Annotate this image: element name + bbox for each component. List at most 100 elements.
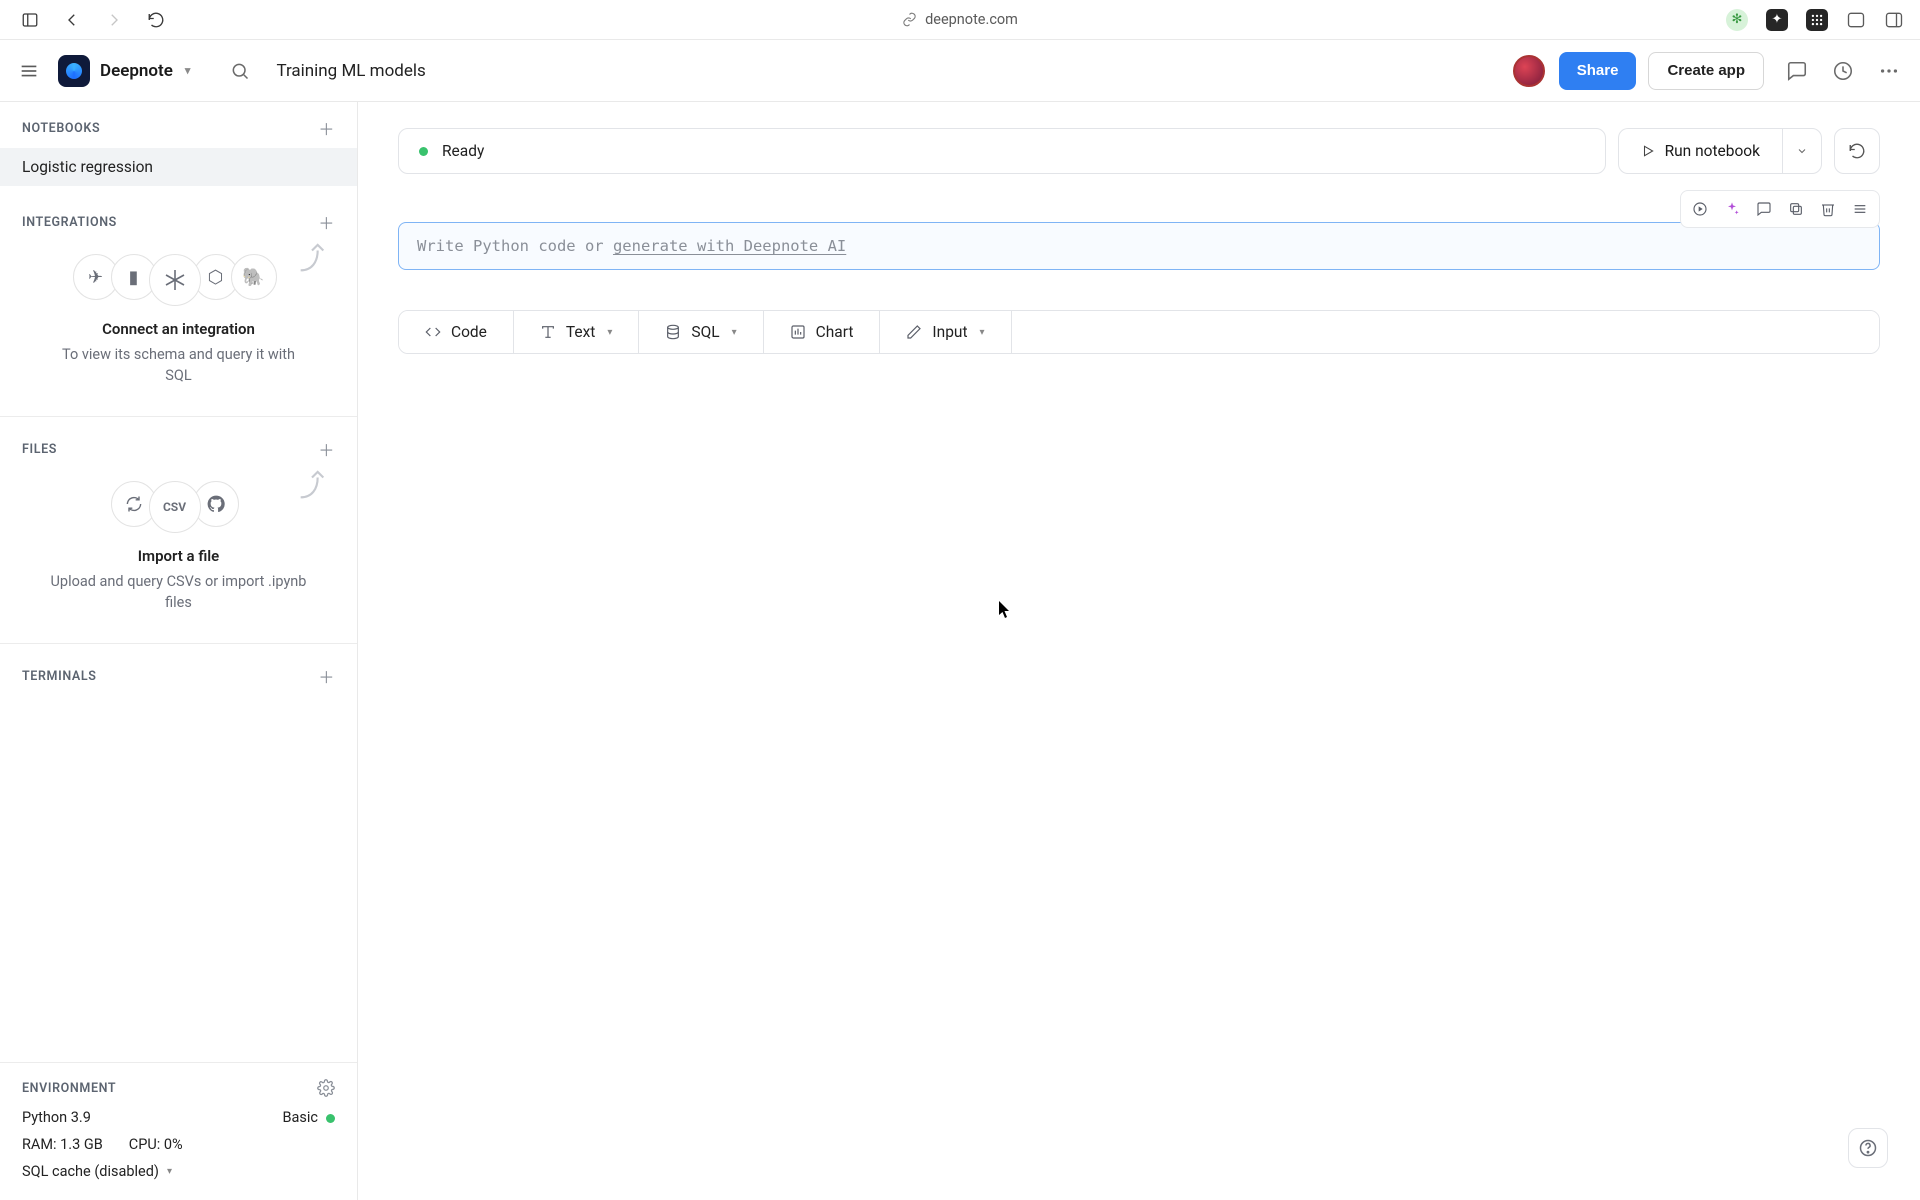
panel-right-icon[interactable] [1884,10,1904,30]
more-icon[interactable] [1878,60,1902,82]
browser-reload-icon[interactable] [142,6,170,34]
cursor-icon [998,600,1012,620]
deepnote-logo-icon [58,55,90,87]
comment-icon[interactable] [1749,195,1779,223]
cell-toolbar [1680,190,1880,228]
sidebar-integrations: INTEGRATIONS ＋ ✈ ▮ ⬡ 🐘 Connect an integr… [0,196,357,410]
env-sql-cache[interactable]: SQL cache (disabled) ▾ [22,1163,335,1180]
terminals-label: TERMINALS [22,669,97,684]
chevron-down-icon: ▾ [167,1166,172,1177]
database-icon [665,324,681,340]
kernel-status[interactable]: Ready [398,128,1606,174]
env-ram: RAM: 1.3 GB [22,1136,103,1153]
notebook-title[interactable]: Training ML models [276,61,425,81]
add-text-label: Text [566,323,595,341]
env-tier[interactable]: Basic [282,1109,335,1126]
add-terminal-button[interactable]: ＋ [318,664,335,688]
brand-name: Deepnote [100,61,173,81]
workspace: Ready Run notebook [358,102,1920,1200]
add-sql-button[interactable]: SQL ▾ [639,311,763,353]
browser-forward-icon [100,6,128,34]
csv-icon: CSV [149,481,201,533]
comments-icon[interactable] [1786,60,1810,82]
extension-grid-icon[interactable] [1806,9,1828,31]
add-sql-label: SQL [691,323,719,341]
files-label: FILES [22,442,57,457]
browser-back-icon[interactable] [58,6,86,34]
pencil-icon [906,324,922,340]
browser-url-text: deepnote.com [925,11,1018,28]
chevron-down-icon: ▾ [185,64,191,77]
app-header: Deepnote ▾ Training ML models Share Crea… [0,40,1920,102]
ai-sparkle-icon[interactable] [1717,195,1747,223]
search-icon[interactable] [230,61,250,81]
add-integration-button[interactable]: ＋ [318,210,335,234]
browser-url[interactable]: deepnote.com [902,11,1018,28]
notebooks-label: NOTEBOOKS [22,121,100,136]
add-text-button[interactable]: Text ▾ [514,311,640,353]
panel-icon[interactable] [1846,10,1866,30]
share-button[interactable]: Share [1559,52,1637,90]
browser-toolbar: deepnote.com ✻ ✦ [0,0,1920,40]
sidebar-notebooks: NOTEBOOKS ＋ Logistic regression [0,102,357,196]
text-icon [540,324,556,340]
files-subtext: Upload and query CSVs or import .ipynb f… [22,571,335,627]
integrations-cta[interactable]: Connect an integration [22,320,335,338]
add-notebook-button[interactable]: ＋ [318,116,335,140]
snowflake-icon [149,254,201,306]
add-input-label: Input [932,323,967,341]
play-icon [1641,144,1655,158]
code-icon [425,324,441,340]
create-app-button[interactable]: Create app [1648,52,1764,90]
help-button[interactable] [1848,1128,1888,1168]
restart-kernel-button[interactable] [1834,128,1880,174]
environment-label: ENVIRONMENT [22,1081,116,1096]
chevron-down-icon: ▾ [607,327,612,338]
status-dot-icon [326,1114,335,1123]
files-cta[interactable]: Import a file [22,547,335,565]
env-python: Python 3.9 [22,1109,91,1126]
add-chart-label: Chart [816,323,854,341]
file-type-icons: CSV [22,481,335,533]
workspace-switcher[interactable]: Deepnote ▾ [58,55,190,87]
history-icon[interactable] [1832,60,1856,82]
notebook-item[interactable]: Logistic regression [0,148,357,186]
sidebar-toggle-icon[interactable] [16,6,44,34]
integrations-label: INTEGRATIONS [22,215,117,230]
extension-icon[interactable]: ✻ [1726,9,1748,31]
add-file-button[interactable]: ＋ [318,437,335,461]
delete-icon[interactable] [1813,195,1843,223]
sidebar-terminals: TERMINALS ＋ [0,650,357,698]
run-cell-icon[interactable] [1685,195,1715,223]
environment-panel: ENVIRONMENT Python 3.9 Basic RAM: 1.3 GB… [0,1062,357,1200]
chevron-down-icon: ▾ [980,327,985,338]
run-notebook-label: Run notebook [1665,142,1760,160]
cell-menu-icon[interactable] [1845,195,1875,223]
add-block-bar: Code Text ▾ SQL ▾ Chart Input ▾ [398,310,1880,354]
postgres-icon: 🐘 [231,254,277,300]
add-chart-button[interactable]: Chart [764,311,881,353]
extension-icon[interactable]: ✦ [1766,9,1788,31]
duplicate-icon[interactable] [1781,195,1811,223]
sidebar-files: FILES ＋ CSV Import a file Upload and que… [0,423,357,637]
integrations-subtext: To view its schema and query it with SQL [22,344,335,400]
add-input-button[interactable]: Input ▾ [880,311,1011,353]
chart-icon [790,324,806,340]
chevron-down-icon: ▾ [732,327,737,338]
run-options-button[interactable] [1782,128,1822,174]
menu-icon[interactable] [18,60,42,82]
integration-icons: ✈ ▮ ⬡ 🐘 [22,254,335,306]
gear-icon[interactable] [317,1079,335,1097]
notebook-toolbar: Ready Run notebook [398,128,1880,174]
status-text: Ready [442,142,484,160]
add-code-label: Code [451,323,487,341]
add-code-button[interactable]: Code [399,311,514,353]
run-notebook-button[interactable]: Run notebook [1618,128,1782,174]
code-cell[interactable]: Write Python code or generate with Deepn… [398,222,1880,270]
status-dot-icon [419,147,428,156]
sidebar: NOTEBOOKS ＋ Logistic regression INTEGRAT… [0,102,358,1200]
avatar[interactable] [1513,55,1545,87]
swoop-arrow-icon [295,242,329,276]
ai-generate-link[interactable]: generate with Deepnote AI [613,237,846,255]
swoop-arrow-icon [295,469,329,503]
